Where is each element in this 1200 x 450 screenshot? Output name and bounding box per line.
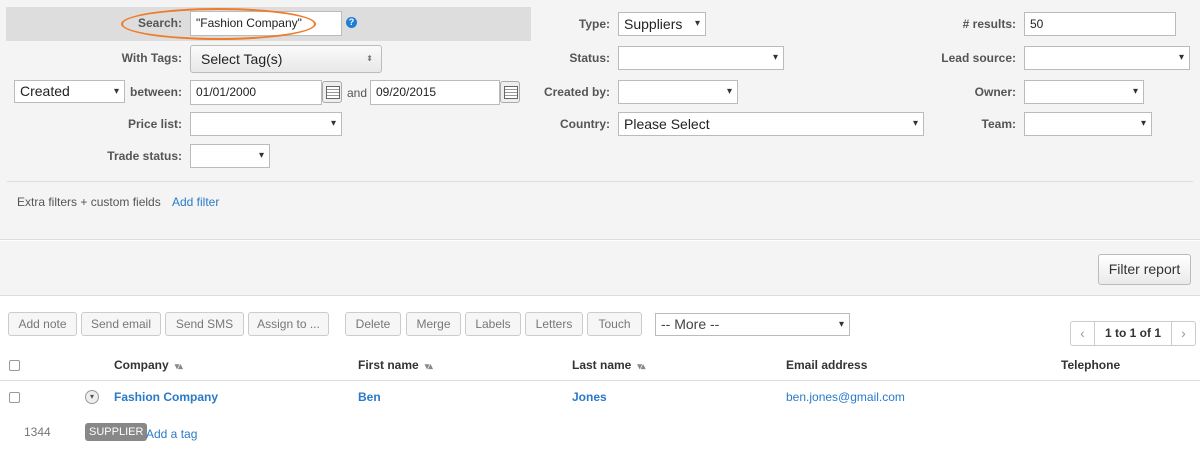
calendar-icon[interactable] [322,81,342,103]
date-field-select[interactable]: Created [14,80,125,103]
status-label: Status: [569,51,610,65]
pager-text: 1 to 1 of 1 [1104,326,1161,340]
add-note-button[interactable]: Add note [8,312,77,336]
more-select[interactable]: -- More -- [655,313,850,336]
created-by-label: Created by: [543,85,610,99]
filter-panel: Search: "Fashion Company" ? With Tags: S… [0,0,1200,240]
column-email: Email address [786,358,868,372]
between-label: between: [129,85,182,99]
column-company-label: Company [114,358,169,372]
sort-icon[interactable]: ▾▴ [637,361,645,371]
letters-button[interactable]: Letters [525,312,583,336]
lead-source-label: Lead source: [941,51,1016,65]
date-from-input[interactable]: 01/01/2000 [190,80,322,105]
delete-button[interactable]: Delete [345,312,401,336]
labels-button[interactable]: Labels [465,312,521,336]
column-first-name-label: First name [358,358,419,372]
team-label: Team: [981,117,1016,131]
updown-icon: ⬍ [366,54,373,63]
search-input[interactable]: "Fashion Company" [190,11,342,36]
send-email-button[interactable]: Send email [81,312,161,336]
price-list-label: Price list: [127,117,182,131]
lead-source-select[interactable] [1024,46,1190,70]
pagination: ‹ 1 to 1 of 1 › [1070,321,1196,346]
chevron-right-icon[interactable]: › [1171,322,1195,345]
touch-button[interactable]: Touch [587,312,642,336]
price-list-select[interactable] [190,112,342,136]
send-sms-button[interactable]: Send SMS [165,312,244,336]
trade-status-label: Trade status: [107,149,182,163]
help-icon[interactable]: ? [346,17,357,28]
header-divider [0,380,1200,381]
add-filter-link[interactable]: Add filter [172,195,219,209]
and-label: and [347,86,368,100]
trade-status-select[interactable] [190,144,270,168]
column-last-name-label: Last name [572,358,632,372]
record-id: 1344 [24,425,51,439]
tags-select[interactable]: Select Tag(s) ⬍ [190,45,382,73]
country-select[interactable]: Please Select [618,112,924,136]
type-label: Type: [578,17,610,31]
filter-report-bar: Filter report [0,241,1200,296]
column-company[interactable]: Company ▾▴ [114,358,183,372]
with-tags-label: With Tags: [121,51,182,65]
search-label: Search: [137,16,182,30]
column-telephone: Telephone [1061,358,1121,372]
results-input[interactable]: 50 [1024,12,1176,36]
row-checkbox[interactable] [9,392,20,403]
created-by-select[interactable] [618,80,738,104]
column-last-name[interactable]: Last name ▾▴ [572,358,645,372]
status-select[interactable] [618,46,784,70]
results-label: # results: [962,17,1016,31]
supplier-tag[interactable]: SUPPLIER [85,423,148,441]
extra-filters-text: Extra filters + custom fields [17,195,161,209]
tags-select-value: Select Tag(s) [201,51,283,67]
filter-report-button[interactable]: Filter report [1098,254,1191,285]
assign-to-button[interactable]: Assign to ... [248,312,329,336]
column-first-name[interactable]: First name ▾▴ [358,358,433,372]
type-select[interactable]: Suppliers [618,12,706,36]
expand-row-icon[interactable]: ▾ [85,390,99,404]
first-name-link[interactable]: Ben [358,390,381,404]
last-name-link[interactable]: Jones [572,390,607,404]
chevron-left-icon[interactable]: ‹ [1071,322,1095,345]
email-link[interactable]: ben.jones@gmail.com [786,390,905,404]
company-link[interactable]: Fashion Company [114,390,218,404]
merge-button[interactable]: Merge [406,312,461,336]
divider [7,181,1193,182]
add-tag-link[interactable]: Add a tag [146,427,197,441]
team-select[interactable] [1024,112,1152,136]
sort-icon[interactable]: ▾▴ [175,361,183,371]
owner-label: Owner: [974,85,1016,99]
owner-select[interactable] [1024,80,1144,104]
sort-icon[interactable]: ▾▴ [425,361,433,371]
select-all-checkbox[interactable] [9,360,20,371]
country-label: Country: [560,117,610,131]
